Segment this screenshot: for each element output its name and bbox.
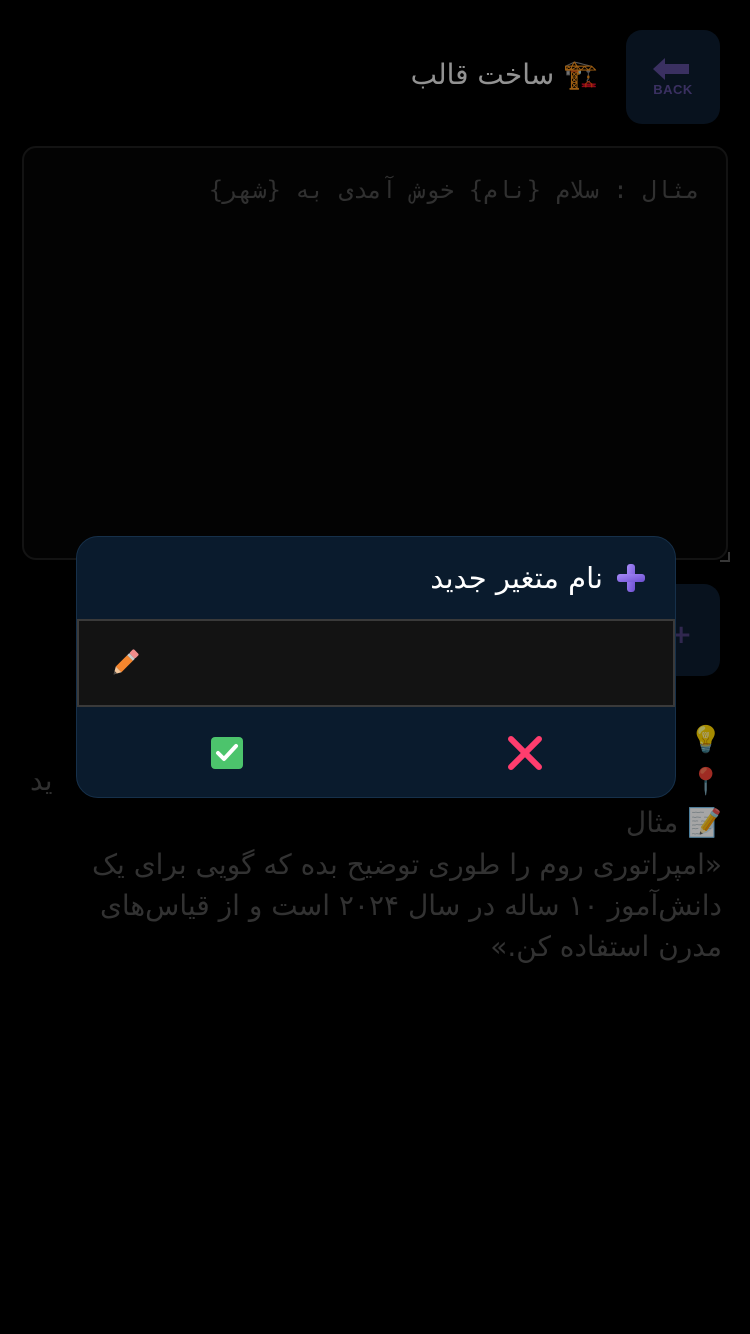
dialog-title-text: نام متغیر جدید [430,561,603,595]
check-icon [211,737,243,769]
pencil-icon [113,649,139,675]
dialog-title: نام متغیر جدید [430,561,647,595]
cancel-button[interactable] [375,707,675,797]
template-builder-screen: BACK 🏗️ ساخت قالب مثال : سلام {نام} خوش … [0,0,750,1334]
variable-name-field [77,619,675,707]
dialog-actions [77,707,675,797]
new-variable-dialog: نام متغیر جدید [76,536,676,798]
confirm-button[interactable] [77,707,377,797]
close-icon [508,736,542,770]
variable-name-input[interactable] [79,621,673,705]
plus-icon [617,564,645,592]
